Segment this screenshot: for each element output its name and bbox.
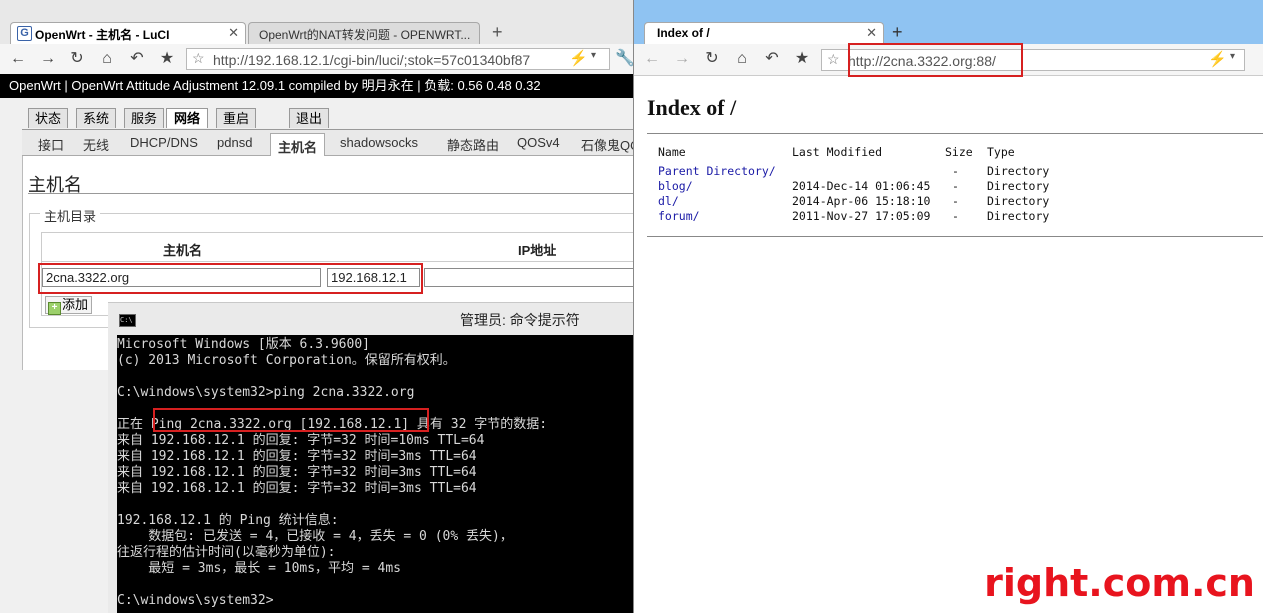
host-directory-legend: 主机目录 [40,206,101,225]
tab-luci-label: OpenWrt - 主机名 - LuCI [35,28,170,42]
luci-favicon-icon: G [17,26,32,41]
row-modified: 2014-Apr-06 15:18:10 [792,194,931,208]
highlight-box-ping [153,408,429,432]
row-size: - [952,164,959,178]
link-blog[interactable]: blog/ [658,179,693,193]
title-divider [28,193,633,194]
home-icon[interactable]: ⌂ [97,49,117,69]
row-type: Directory [987,164,1050,178]
index-heading: Index of / [647,95,737,120]
cmd-icon: C:\ [119,314,136,327]
new-tab-icon[interactable]: + [892,22,903,43]
tab-status[interactable]: 状态 [28,108,68,128]
watermark: right.com.cn [984,561,1255,605]
extra-input[interactable] [424,268,633,287]
sub-tab-bar: 接口 无线 DHCP/DNS pdnsd 主机名 shadowsocks 静态路… [22,129,633,157]
star-outline-icon[interactable]: ☆ [192,50,205,67]
bookmark-star-icon[interactable]: ★ [157,49,177,69]
row-size: - [952,179,959,193]
col-last-modified: Last Modified [792,145,883,159]
lightning-icon[interactable]: ⚡ [569,49,588,67]
row-modified: 2011-Nov-27 17:05:09 [792,209,931,223]
tab-index-label: Index of / [657,26,710,40]
tab-openwrt-nat[interactable]: OpenWrt的NAT转发问题 - OPENWRT... [248,22,480,44]
col-hostname: 主机名 [163,243,203,258]
add-button-label: 添加 [62,297,89,312]
row-size: - [952,194,959,208]
home-icon[interactable]: ⌂ [732,49,752,69]
lightning-icon[interactable]: ⚡ [1208,50,1227,68]
back-icon[interactable]: ← [8,49,28,69]
left-browser-window: G OpenWrt - 主机名 - LuCI ✕ OpenWrt的NAT转发问题… [0,0,633,613]
row-type: Directory [987,194,1050,208]
left-blank-area [0,370,108,613]
undo-icon[interactable]: ↶ [762,49,782,69]
subtab-shadowsocks[interactable]: shadowsocks [340,135,418,150]
cmd-titlebar[interactable]: C:\ 管理员: 命令提示符 [108,302,633,335]
reload-icon[interactable]: ↻ [702,49,722,69]
address-bar[interactable]: ☆ http://192.168.12.1/cgi-bin/luci/;stok… [186,48,610,70]
star-outline-icon[interactable]: ☆ [827,51,840,68]
address-text: http://192.168.12.1/cgi-bin/luci/;stok=5… [213,52,531,68]
forward-icon[interactable]: → [38,49,58,69]
new-tab-icon[interactable]: + [492,22,503,43]
row-modified: 2014-Dec-14 01:06:45 [792,179,931,193]
hr-bottom [647,236,1263,237]
hr-top [647,133,1263,134]
dropdown-icon[interactable]: ▾ [591,50,596,61]
tab-network[interactable]: 网络 [166,108,208,128]
subtab-pdnsd[interactable]: pdnsd [217,135,252,150]
cmd-title: 管理员: 命令提示符 [460,312,580,328]
reload-icon[interactable]: ↻ [67,49,87,69]
undo-icon[interactable]: ↶ [127,49,147,69]
link-parent-directory[interactable]: Parent Directory/ [658,164,776,178]
subtab-qosv4[interactable]: QOSv4 [517,135,560,150]
right-browser-window: Index of / ✕ + ← → ↻ ⌂ ↶ ★ ☆ http://2cna… [633,0,1263,613]
tab-luci[interactable]: G OpenWrt - 主机名 - LuCI ✕ [10,22,246,44]
left-nav-bar: ← → ↻ ⌂ ↶ ★ ☆ http://192.168.12.1/cgi-bi… [0,44,633,75]
back-icon[interactable]: ← [642,49,662,69]
cmd-output: Microsoft Windows [版本 6.3.9600] (c) 2013… [117,337,548,608]
col-size: Size [945,145,973,159]
close-tab-icon[interactable]: ✕ [866,25,877,41]
plus-icon: + [48,302,61,315]
wrench-icon[interactable]: 🔧 [615,49,633,69]
row-type: Directory [987,209,1050,223]
col-ip-address: IP地址 [518,243,557,258]
tab-logout[interactable]: 退出 [289,108,329,128]
subtab-wireless[interactable]: 无线 [83,135,109,154]
subtab-static-routes[interactable]: 静态路由 [447,135,499,154]
tab-openwrt-nat-label: OpenWrt的NAT转发问题 - OPENWRT... [259,28,471,42]
cmd-console[interactable]: Microsoft Windows [版本 6.3.9600] (c) 2013… [108,335,633,613]
tab-services[interactable]: 服务 [124,108,164,128]
row-size: - [952,209,959,223]
close-tab-icon[interactable]: ✕ [228,25,239,41]
forward-icon[interactable]: → [672,49,692,69]
col-name: Name [658,145,686,159]
col-type: Type [987,145,1015,159]
tab-index[interactable]: Index of / ✕ [644,22,884,44]
subtab-interfaces[interactable]: 接口 [38,135,64,154]
subtab-dhcp-dns[interactable]: DHCP/DNS [130,135,198,150]
tab-reboot[interactable]: 重启 [216,108,256,128]
bookmark-star-icon[interactable]: ★ [792,49,812,69]
dropdown-icon[interactable]: ▾ [1230,51,1235,62]
highlight-box-host-row [38,263,423,294]
subtab-gargoyle-qos[interactable]: 石像鬼QOS [581,135,633,154]
link-forum[interactable]: forum/ [658,209,700,223]
row-type: Directory [987,179,1050,193]
subtab-hostnames[interactable]: 主机名 [270,133,326,157]
link-dl[interactable]: dl/ [658,194,679,208]
add-button[interactable]: + 添加 [45,296,93,315]
tab-system[interactable]: 系统 [76,108,116,128]
highlight-box-url [848,43,1023,77]
openwrt-banner: OpenWrt | OpenWrt Attitude Adjustment 12… [0,74,633,98]
